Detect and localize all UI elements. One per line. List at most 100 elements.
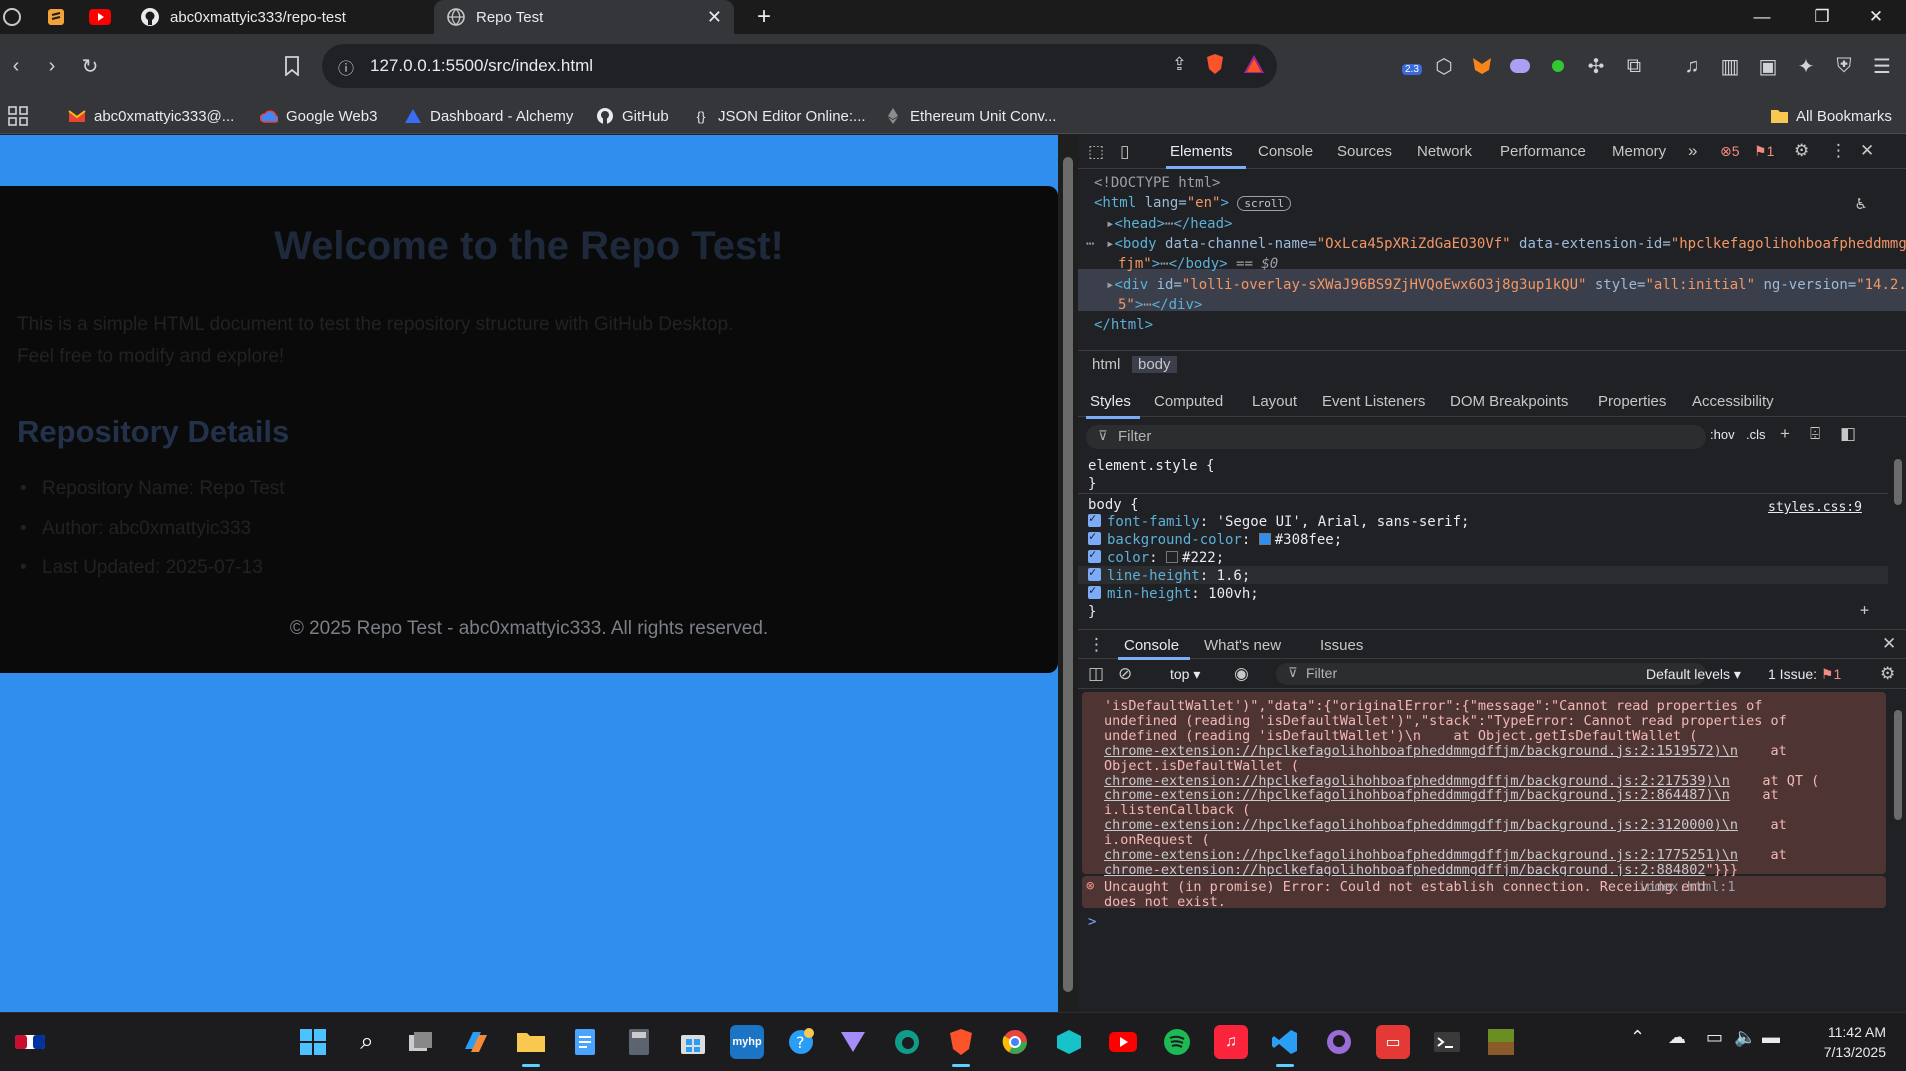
device-toolbar-icon[interactable]: ▯ — [1120, 142, 1129, 162]
tab-event-listeners[interactable]: Event Listeners — [1322, 393, 1425, 410]
tab-dom-breakpoints[interactable]: DOM Breakpoints — [1450, 393, 1568, 410]
forward-icon[interactable]: › — [32, 46, 72, 86]
node-actions-icon[interactable]: ⋯ — [1086, 236, 1094, 252]
console-settings-icon[interactable]: ⚙ — [1880, 664, 1895, 684]
file-explorer-icon[interactable] — [514, 1025, 548, 1067]
breadcrumb-body[interactable]: body — [1132, 356, 1177, 373]
notepad-icon[interactable] — [568, 1025, 602, 1059]
declaration-checkbox[interactable] — [1088, 565, 1101, 581]
hov-toggle[interactable]: :hov — [1710, 427, 1735, 442]
toggle-sidebar-icon[interactable]: ◧ — [1840, 424, 1856, 444]
apps-grid-icon[interactable] — [8, 104, 28, 128]
tab-layout[interactable]: Layout — [1252, 393, 1297, 410]
tab-elements[interactable]: Elements — [1170, 143, 1233, 160]
show-hidden-icons-icon[interactable]: ⌃ — [1630, 1027, 1645, 1048]
style-declaration[interactable]: background-color: #308fee; — [1088, 529, 1342, 548]
screenshot-icon[interactable]: ⧉ — [1614, 46, 1654, 86]
drawer-tab-issues[interactable]: Issues — [1320, 637, 1363, 654]
tab-repo-test[interactable]: Repo Test ✕ — [434, 0, 734, 34]
close-window-button[interactable]: ✕ — [1846, 0, 1906, 34]
bookmark-github[interactable]: GitHub — [596, 104, 669, 128]
spotify-icon[interactable] — [1160, 1025, 1194, 1059]
scrollbar-thumb[interactable] — [1063, 157, 1073, 992]
tab-network[interactable]: Network — [1417, 143, 1472, 160]
error-source-link[interactable]: index.html:1 — [1638, 879, 1736, 895]
context-selector[interactable]: top ▾ — [1170, 666, 1200, 683]
pinned-tab-youtube[interactable] — [86, 3, 114, 31]
ellipsis-icon[interactable]: ⋯ — [1143, 297, 1151, 313]
style-declaration[interactable]: min-height: 100vh; — [1088, 583, 1259, 602]
calculator-icon[interactable] — [622, 1025, 656, 1059]
kebab-menu-icon[interactable]: ⋮ — [1830, 141, 1847, 161]
color-swatch[interactable] — [1258, 533, 1271, 545]
copilot-icon[interactable] — [458, 1025, 492, 1059]
drawer-tab-console[interactable]: Console — [1124, 637, 1179, 654]
microsoft-store-icon[interactable] — [676, 1025, 710, 1059]
all-bookmarks-folder[interactable]: All Bookmarks — [1770, 104, 1892, 128]
stack-source-link[interactable]: chrome-extension://hpclkefagolihohboafph… — [1104, 787, 1730, 803]
pinned-tab-brave[interactable] — [0, 3, 26, 31]
declaration-checkbox[interactable] — [1088, 547, 1101, 563]
onedrive-icon[interactable]: ☁ — [1668, 1027, 1686, 1048]
cube-app-icon[interactable] — [1052, 1025, 1086, 1059]
chrome-dev-icon[interactable] — [998, 1025, 1032, 1059]
tab-styles[interactable]: Styles — [1090, 393, 1131, 410]
reload-icon[interactable]: ↻ — [70, 46, 110, 86]
system-clock[interactable]: 11:42 AM 7/13/2025 — [1824, 1022, 1886, 1062]
console-sidebar-icon[interactable]: ◫ — [1088, 664, 1104, 684]
bookmark-icon[interactable] — [272, 46, 312, 86]
media-icon[interactable]: ♫ — [1672, 46, 1712, 86]
search-icon[interactable]: ⌕ — [350, 1025, 384, 1059]
network-icon[interactable]: ▭ — [1706, 1027, 1723, 1048]
volume-icon[interactable]: 🔈 — [1734, 1027, 1756, 1048]
stack-source-link[interactable]: chrome-extension://hpclkefagolihohboafph… — [1104, 817, 1738, 833]
drawer-menu-icon[interactable]: ⋮ — [1088, 635, 1105, 655]
hp-app-icon[interactable]: myhp — [730, 1025, 764, 1059]
body-node-wrap[interactable]: fjm">⋯</body> == $0 — [1118, 256, 1278, 272]
extensions-puzzle-icon[interactable]: ✣ — [1576, 46, 1616, 86]
declaration-checkbox[interactable] — [1088, 529, 1101, 545]
status-dot-icon[interactable] — [1538, 46, 1578, 86]
brave-icon[interactable] — [944, 1025, 978, 1067]
style-declaration[interactable]: line-height: 1.6; — [1088, 565, 1250, 584]
pdf-app-icon[interactable]: ▭ — [1376, 1025, 1410, 1059]
new-tab-button[interactable]: + — [744, 0, 784, 34]
new-rule-icon[interactable]: + — [1780, 424, 1790, 444]
div-node[interactable]: ▸<div id="lolli-overlay-sXWaJ96BS9ZjHVQo… — [1106, 277, 1906, 293]
styles-filter-input[interactable]: ⊽ Filter — [1086, 425, 1706, 449]
cls-toggle[interactable]: .cls — [1746, 427, 1766, 442]
tab-console[interactable]: Console — [1258, 143, 1313, 160]
tab-properties[interactable]: Properties — [1598, 393, 1666, 410]
stack-source-link[interactable]: chrome-extension://hpclkefagolihohboafph… — [1104, 847, 1738, 863]
weather-widget-icon[interactable] — [10, 1025, 50, 1059]
doctype-node[interactable]: <!DOCTYPE html> — [1094, 175, 1220, 191]
brave-rewards-icon[interactable] — [1243, 54, 1265, 79]
wallet-icon[interactable]: ▣ — [1748, 46, 1788, 86]
rule-source-link[interactable]: styles.css:9 — [1768, 500, 1862, 515]
tab-memory[interactable]: Memory — [1612, 143, 1666, 160]
github-desktop-icon[interactable] — [1322, 1025, 1356, 1059]
breadcrumb-html[interactable]: html — [1086, 356, 1126, 373]
tab-sources[interactable]: Sources — [1337, 143, 1392, 160]
clear-console-icon[interactable]: ⊘ — [1118, 664, 1132, 684]
address-bar[interactable]: ⓘ 127.0.0.1:5500/src/index.html ⇪ — [322, 44, 1277, 88]
terminal-icon[interactable] — [1430, 1025, 1464, 1059]
bookmark-alchemy[interactable]: Dashboard - Alchemy — [404, 104, 573, 128]
tab-repo-github[interactable]: abc0xmattyic333/repo-test — [128, 0, 434, 34]
live-expression-eye-icon[interactable]: ◉ — [1234, 664, 1249, 684]
tab-computed[interactable]: Computed — [1154, 393, 1223, 410]
close-drawer-icon[interactable]: ✕ — [1882, 634, 1896, 654]
windows-start-icon[interactable] — [296, 1025, 330, 1059]
tab-performance[interactable]: Performance — [1500, 143, 1586, 160]
vscode-icon[interactable] — [1268, 1025, 1302, 1067]
paint-icon[interactable]: ⌹ — [1810, 424, 1820, 444]
declaration-checkbox[interactable] — [1088, 583, 1101, 599]
bookmark-json-editor[interactable]: {} JSON Editor Online:... — [692, 104, 866, 128]
bookmark-google-web3[interactable]: Google Web3 — [260, 104, 377, 128]
element-style-rule[interactable]: element.style { — [1088, 458, 1214, 474]
restore-button[interactable]: ❐ — [1792, 0, 1852, 34]
issue-count-badge[interactable]: ⚑1 — [1754, 143, 1774, 160]
styles-scrollbar[interactable] — [1894, 459, 1902, 505]
head-node[interactable]: ▸<head>⋯</head> — [1106, 216, 1232, 232]
pinned-tab-sublime[interactable] — [42, 3, 70, 31]
